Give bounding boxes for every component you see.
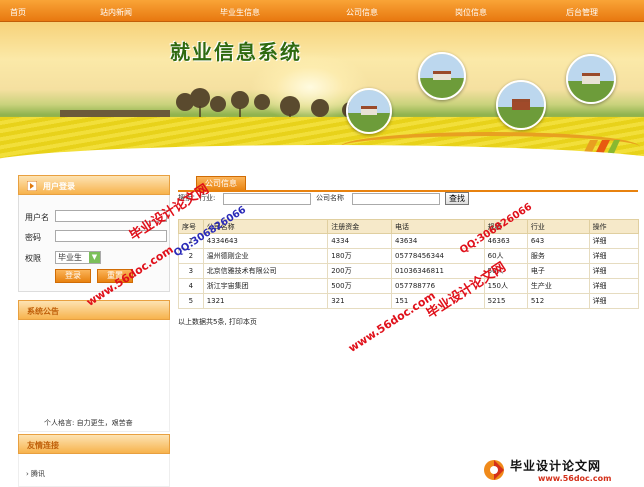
- nav-home[interactable]: 首页: [10, 7, 26, 18]
- search-button[interactable]: 查找: [445, 192, 469, 205]
- login-button[interactable]: 登录: [55, 269, 91, 283]
- role-select-value: 毕业生: [58, 253, 82, 262]
- banner-photo-1: [418, 52, 466, 100]
- user-icon: [27, 181, 37, 191]
- links-panel-header: 友情连接: [18, 434, 170, 454]
- company-table: 序号 公司名称 注册资金 电话 规模 行业 操作 1 4334643 4334 …: [178, 219, 640, 309]
- nav-companies[interactable]: 公司信息: [346, 7, 378, 18]
- cell-capital: 500万: [327, 278, 392, 294]
- detail-link[interactable]: 详细: [588, 263, 640, 279]
- col-phone: 电话: [391, 219, 485, 234]
- detail-link[interactable]: 详细: [588, 293, 640, 309]
- login-form: 用户名 密码 权限 毕业生 ▼ 登录 重置: [18, 195, 170, 292]
- detail-link[interactable]: 详细: [588, 248, 640, 264]
- nav-graduates[interactable]: 毕业生信息: [220, 7, 260, 18]
- cell-industry: 生产业: [526, 278, 590, 294]
- login-panel-header: 用户登录: [18, 175, 170, 195]
- brand-title: 毕业设计论文网: [510, 459, 602, 473]
- banner-swoosh-white: [0, 145, 644, 172]
- table-row: 1 4334643 4334 43634 46363 643 详细: [178, 233, 640, 249]
- detail-link[interactable]: 详细: [588, 233, 640, 249]
- cell-capital: 180万: [327, 248, 392, 264]
- cell-company-name: 4334643: [202, 233, 329, 249]
- login-panel-title: 用户登录: [43, 182, 75, 191]
- role-label: 权限: [25, 254, 41, 263]
- cell-industry: 服务: [526, 248, 590, 264]
- link-item-tencent[interactable]: › 腾讯: [26, 469, 45, 479]
- cell-industry: 电子: [526, 263, 590, 279]
- table-row: 4 浙江宇宙集团 500万 057788776 150人 生产业 详细: [178, 278, 640, 294]
- chevron-down-icon: ▼: [89, 252, 100, 263]
- banner-photo-3: [496, 80, 546, 130]
- motto-text: 个人格言: 自力更生，艰苦奋: [44, 419, 133, 427]
- table-summary: 以上数据共5条, 打印本页: [178, 318, 257, 326]
- banner-photo-4: [566, 54, 616, 104]
- cell-company-name: 浙江宇宙集团: [202, 278, 329, 294]
- cell-capital: 4334: [327, 233, 392, 249]
- tab-underline: [178, 190, 638, 192]
- site-title: 就业信息系统: [170, 40, 302, 64]
- username-label: 用户名: [25, 213, 49, 222]
- company-name-input[interactable]: [352, 193, 440, 205]
- detail-link[interactable]: 详细: [588, 278, 640, 294]
- nav-news[interactable]: 站内新闻: [100, 7, 132, 18]
- table-row: 2 温州德刚企业 180万 05778456344 60人 服务 详细: [178, 248, 640, 264]
- table-row: 3 北京信雅技术有限公司 200万 01036346811 50人 电子 详细: [178, 263, 640, 279]
- cell-capital: 200万: [327, 263, 392, 279]
- cell-company-name: 北京信雅技术有限公司: [202, 263, 329, 279]
- cell-company-name: 温州德刚企业: [202, 248, 329, 264]
- notice-panel-title: 系统公告: [27, 307, 59, 316]
- search-company-label: 公司名称: [316, 194, 344, 202]
- nav-admin[interactable]: 后台管理: [566, 7, 598, 18]
- col-industry: 行业: [526, 219, 590, 234]
- cell-industry: 512: [526, 293, 590, 309]
- cell-index: 4: [178, 278, 204, 294]
- brand-url: www.56doc.com: [538, 474, 612, 483]
- role-select[interactable]: 毕业生 ▼: [55, 251, 101, 264]
- links-panel-title: 友情连接: [27, 441, 59, 450]
- col-action: 操作: [588, 219, 640, 234]
- cell-capital: 321: [327, 293, 392, 309]
- table-header-row: 序号 公司名称 注册资金 电话 规模 行业 操作: [178, 219, 640, 234]
- cell-index: 3: [178, 263, 204, 279]
- industry-input[interactable]: [223, 193, 311, 205]
- link-item-label: 腾讯: [31, 470, 46, 478]
- password-label: 密码: [25, 233, 41, 242]
- notice-body: [18, 320, 170, 432]
- cell-scale: 5215: [483, 293, 528, 309]
- cell-industry: 643: [526, 233, 590, 249]
- header-banner: 就业信息系统: [0, 22, 644, 172]
- top-nav: 首页 站内新闻 毕业生信息 公司信息 岗位信息 后台管理: [0, 0, 644, 22]
- banner-photo-2: [346, 88, 392, 134]
- cell-index: 5: [178, 293, 204, 309]
- nav-jobs[interactable]: 岗位信息: [455, 7, 487, 18]
- cell-company-name: 1321: [202, 293, 329, 309]
- col-capital: 注册资金: [327, 219, 392, 234]
